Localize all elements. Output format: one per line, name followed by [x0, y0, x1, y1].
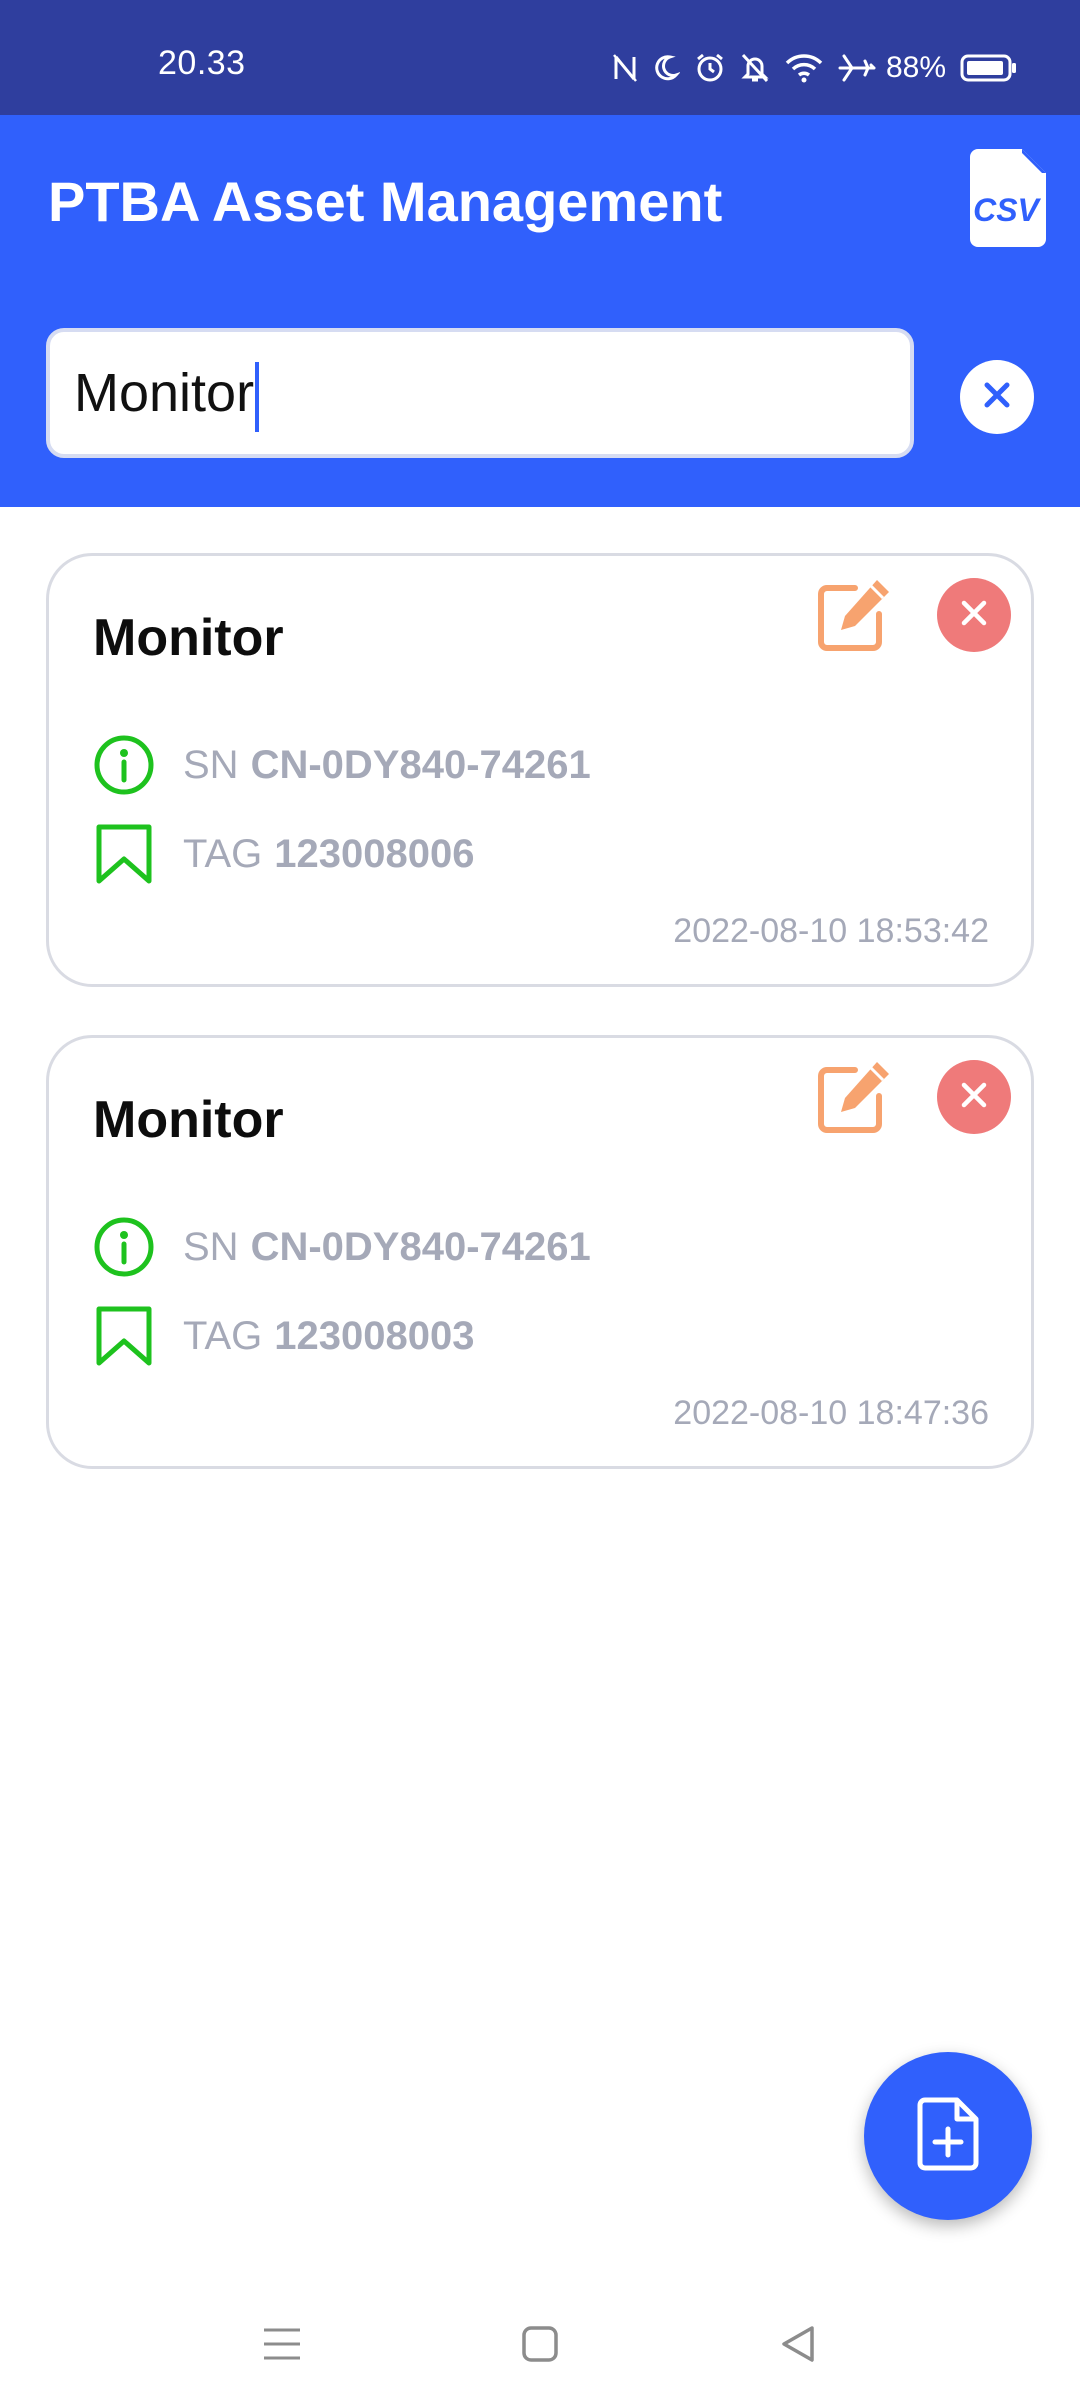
menu-icon — [262, 2326, 302, 2367]
wifi-icon — [784, 53, 824, 83]
search-field[interactable]: Monitor — [46, 328, 914, 458]
sn-label: SN — [183, 1224, 239, 1269]
asset-timestamp: 2022-08-10 18:53:42 — [673, 912, 989, 950]
battery-icon — [960, 53, 1018, 83]
airplane-icon — [838, 53, 876, 83]
clear-search-button[interactable] — [960, 360, 1034, 434]
tag-value: 123008006 — [274, 831, 475, 876]
battery-percent: 88% — [885, 51, 946, 84]
info-icon — [93, 734, 155, 796]
sn-value: CN-0DY840-74261 — [250, 1224, 591, 1269]
asset-name: Monitor — [93, 609, 284, 667]
serial-number-row: SN CN-0DY840-74261 — [93, 1216, 591, 1278]
tag-value: 123008003 — [274, 1313, 475, 1358]
search-input-value: Monitor — [74, 363, 255, 423]
home-icon — [521, 2325, 559, 2368]
moon-icon — [652, 53, 680, 83]
asset-timestamp: 2022-08-10 18:47:36 — [673, 1394, 989, 1432]
app-bar: PTBA Asset Management CSV Monitor — [0, 115, 1080, 507]
add-asset-button[interactable] — [864, 2052, 1032, 2220]
sn-value: CN-0DY840-74261 — [250, 742, 591, 787]
delete-button[interactable] — [937, 1060, 1011, 1134]
svg-text:CSV: CSV — [973, 192, 1041, 228]
bookmark-icon — [93, 823, 155, 885]
back-icon — [778, 2324, 818, 2369]
nfc-icon — [612, 53, 638, 83]
back-button[interactable] — [770, 2318, 826, 2374]
asset-name: Monitor — [93, 1091, 284, 1149]
delete-button[interactable] — [937, 578, 1011, 652]
edit-button[interactable] — [815, 576, 893, 654]
close-icon — [960, 1081, 988, 1114]
system-nav-bar — [0, 2290, 1080, 2400]
info-icon — [93, 1216, 155, 1278]
tag-label: TAG — [183, 1313, 263, 1358]
tag-row: TAG 123008006 — [93, 823, 474, 885]
add-document-icon — [917, 2097, 979, 2176]
status-icons: 88% — [612, 48, 1018, 88]
close-icon — [982, 380, 1012, 415]
close-icon — [960, 599, 988, 632]
tag-label: TAG — [183, 831, 263, 876]
text-caret — [255, 361, 260, 432]
sn-label: SN — [183, 742, 239, 787]
csv-file-icon: CSV — [970, 149, 1046, 251]
status-bar: 20.33 88% — [0, 0, 1080, 115]
menu-button[interactable] — [254, 2318, 310, 2374]
edit-icon — [815, 580, 893, 658]
edit-button[interactable] — [815, 1058, 893, 1136]
edit-icon — [815, 1062, 893, 1140]
tag-row: TAG 123008003 — [93, 1305, 474, 1367]
search-input[interactable]: Monitor — [74, 332, 874, 454]
asset-card[interactable]: Monitor SN CN-0DY840-74261 TAG 123008006… — [46, 553, 1034, 987]
bookmark-icon — [93, 1305, 155, 1367]
home-button[interactable] — [512, 2318, 568, 2374]
bell-off-icon — [740, 52, 770, 84]
serial-number-row: SN CN-0DY840-74261 — [93, 734, 591, 796]
page-title: PTBA Asset Management — [48, 170, 723, 233]
asset-card[interactable]: Monitor SN CN-0DY840-74261 TAG 123008003… — [46, 1035, 1034, 1469]
alarm-icon — [694, 52, 726, 84]
status-time: 20.33 — [158, 44, 246, 82]
export-csv-button[interactable]: CSV — [970, 149, 1046, 247]
